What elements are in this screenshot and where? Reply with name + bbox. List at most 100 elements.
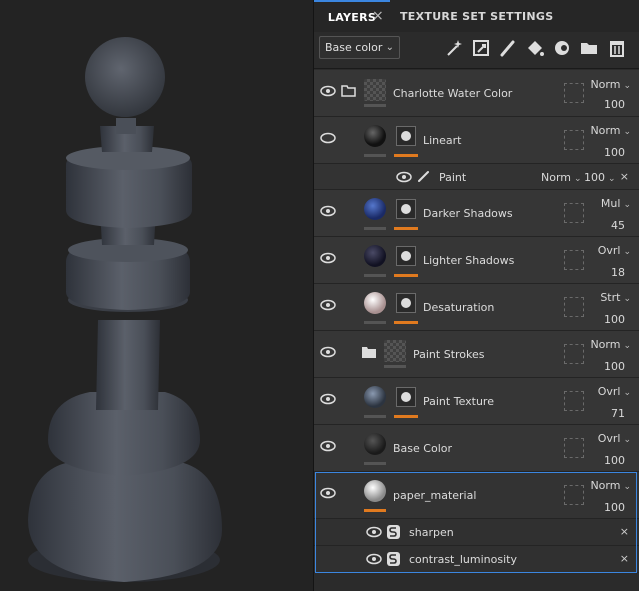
opacity-value[interactable]: 100: [604, 146, 625, 159]
layer-mask-thumbnail[interactable]: [396, 387, 416, 407]
folder-open-icon[interactable]: [341, 84, 357, 97]
layer-color-bar: [364, 509, 386, 512]
layers-panel: LAYERS × TEXTURE SET SETTINGS Base color…: [314, 0, 639, 591]
opacity-value[interactable]: 100: [604, 98, 625, 111]
layer-thumbnail: [364, 480, 386, 502]
eye-icon[interactable]: [366, 526, 382, 538]
3d-viewport[interactable]: [0, 0, 313, 591]
layer-name: Darker Shadows: [423, 207, 513, 220]
blend-mask-slot[interactable]: [564, 203, 584, 223]
eye-icon[interactable]: [366, 553, 382, 565]
layer-thumbnail: [364, 79, 386, 101]
sub-layer-name: Paint: [439, 171, 467, 184]
layer-name: Lighter Shadows: [423, 254, 515, 267]
blend-mask-slot[interactable]: [564, 83, 584, 103]
layer-mask-thumbnail[interactable]: [396, 246, 416, 266]
close-icon[interactable]: ×: [620, 170, 629, 183]
blend-mode[interactable]: Norm ⌄: [590, 124, 631, 137]
add-fill-layer-icon[interactable]: [471, 38, 491, 58]
filter-icon: [387, 552, 400, 566]
layer-name: Base Color: [393, 442, 453, 455]
eye-icon[interactable]: [320, 252, 336, 264]
eye-icon[interactable]: [320, 393, 336, 405]
eye-hidden-icon[interactable]: [320, 132, 336, 144]
blend-mask-slot[interactable]: [564, 485, 584, 505]
tab-layers-label: LAYERS: [327, 11, 377, 24]
add-effect-icon[interactable]: [444, 38, 464, 58]
layer-name: Lineart: [423, 134, 462, 147]
layer-darker-shadows[interactable]: Darker Shadows Mul ⌄ 45: [314, 190, 639, 237]
blend-mode[interactable]: Mul ⌄: [601, 197, 631, 210]
mask-bar: [394, 227, 418, 230]
layer-thumbnail: [364, 198, 386, 220]
effect-contrast-luminosity[interactable]: contrast_luminosity ×: [314, 546, 639, 573]
opacity-value[interactable]: 100 ⌄: [584, 171, 616, 184]
effect-name: contrast_luminosity: [409, 553, 517, 566]
blend-mask-slot[interactable]: [564, 438, 584, 458]
layer-name: Desaturation: [423, 301, 495, 314]
opacity-value[interactable]: 100: [604, 313, 625, 326]
opacity-value[interactable]: 100: [604, 360, 625, 373]
delete-icon[interactable]: [607, 38, 627, 58]
blend-mask-slot[interactable]: [564, 344, 584, 364]
layer-mask-thumbnail[interactable]: [396, 126, 416, 146]
blend-mode[interactable]: Norm ⌄: [590, 479, 631, 492]
blend-mode[interactable]: Ovrl ⌄: [598, 244, 631, 257]
effect-sharpen[interactable]: sharpen ×: [314, 519, 639, 546]
chess-piece-render: [28, 37, 222, 582]
layer-base-color[interactable]: Base Color Ovrl ⌄ 100: [314, 425, 639, 472]
blend-mode[interactable]: Ovrl ⌄: [598, 432, 631, 445]
eye-icon[interactable]: [320, 346, 336, 358]
layer-mask-thumbnail[interactable]: [396, 293, 416, 313]
channel-select[interactable]: Base color ⌄: [319, 36, 400, 59]
blend-mode[interactable]: Norm ⌄: [541, 171, 582, 184]
sub-layer-paint[interactable]: Paint Norm ⌄ 100 ⌄ ×: [314, 164, 639, 190]
eye-icon[interactable]: [320, 487, 336, 499]
opacity-value[interactable]: 18: [611, 266, 625, 279]
blend-mask-slot[interactable]: [564, 250, 584, 270]
blend-mask-slot[interactable]: [564, 130, 584, 150]
close-icon[interactable]: ×: [620, 552, 629, 565]
layer-lighter-shadows[interactable]: Lighter Shadows Ovrl ⌄ 18: [314, 237, 639, 284]
channel-select-value: Base color: [325, 41, 383, 54]
eye-icon[interactable]: [320, 299, 336, 311]
eye-icon[interactable]: [320, 205, 336, 217]
close-tab-icon[interactable]: ×: [372, 0, 384, 32]
opacity-value[interactable]: 71: [611, 407, 625, 420]
layer-lineart[interactable]: Lineart Norm ⌄ 100: [314, 117, 639, 164]
layer-charlotte-water-color[interactable]: Charlotte Water Color Norm ⌄ 100: [314, 70, 639, 117]
close-icon[interactable]: ×: [620, 525, 629, 538]
opacity-value[interactable]: 45: [611, 219, 625, 232]
opacity-value[interactable]: 100: [604, 454, 625, 467]
layer-color-bar: [364, 227, 386, 230]
blend-mode[interactable]: Norm ⌄: [590, 78, 631, 91]
brush-icon: [418, 171, 429, 182]
blend-mode[interactable]: Ovrl ⌄: [598, 385, 631, 398]
mask-bar: [394, 415, 418, 418]
layer-paint-strokes[interactable]: Paint Strokes Norm ⌄ 100: [314, 331, 639, 378]
layer-desaturation[interactable]: Desaturation Strt ⌄ 100: [314, 284, 639, 331]
add-paint-layer-icon[interactable]: [498, 38, 518, 58]
layer-name: Charlotte Water Color: [393, 87, 513, 100]
layer-paper-material[interactable]: paper_material Norm ⌄ 100: [314, 472, 639, 519]
blend-mask-slot[interactable]: [564, 297, 584, 317]
tab-texture-set-settings[interactable]: TEXTURE SET SETTINGS: [400, 0, 553, 32]
opacity-value[interactable]: 100: [604, 501, 625, 514]
layers-toolbar: Base color ⌄: [314, 32, 639, 69]
blend-mode[interactable]: Norm ⌄: [590, 338, 631, 351]
add-folder-icon[interactable]: [579, 38, 599, 58]
layer-mask-thumbnail[interactable]: [396, 199, 416, 219]
blend-mask-slot[interactable]: [564, 391, 584, 411]
eye-icon[interactable]: [320, 85, 336, 97]
folder-icon[interactable]: [361, 346, 377, 359]
mask-bar: [394, 274, 418, 277]
layer-paint-texture[interactable]: Paint Texture Ovrl ⌄ 71: [314, 378, 639, 425]
add-mask-icon[interactable]: [552, 38, 572, 58]
blend-mode[interactable]: Strt ⌄: [600, 291, 631, 304]
layer-name: Paint Texture: [423, 395, 494, 408]
layer-color-bar: [384, 365, 406, 368]
eye-icon[interactable]: [396, 171, 412, 183]
add-fill-icon[interactable]: [525, 38, 545, 58]
layer-thumbnail: [384, 340, 406, 362]
eye-icon[interactable]: [320, 440, 336, 452]
